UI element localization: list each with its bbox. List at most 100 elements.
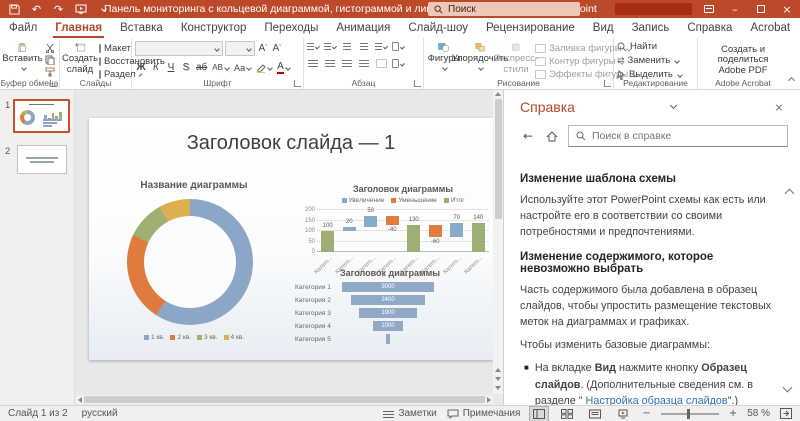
help-link[interactable]: Настройка образца слайдов bbox=[586, 395, 728, 405]
paragraph-dialog-launcher-icon[interactable] bbox=[414, 80, 421, 87]
scroll-up-icon[interactable] bbox=[495, 92, 501, 96]
font-name-dropdown[interactable] bbox=[135, 41, 223, 56]
numbering-icon[interactable] bbox=[324, 41, 336, 52]
funnel-rows[interactable]: Категория 13000Категория 22400Категория … bbox=[295, 282, 435, 344]
scroll-right-icon[interactable] bbox=[487, 397, 491, 403]
slide-title[interactable]: Заголовок слайда — 1 bbox=[89, 132, 493, 155]
shrink-font-button[interactable]: Аˇ bbox=[271, 42, 283, 55]
language-indicator[interactable]: русский bbox=[82, 408, 118, 419]
help-scroll-down-icon[interactable] bbox=[784, 384, 791, 391]
slide-2-thumbnail[interactable] bbox=[17, 145, 67, 174]
donut-ring[interactable] bbox=[127, 199, 253, 325]
comments-button[interactable]: Примечания bbox=[447, 408, 521, 419]
copy-icon[interactable] bbox=[44, 55, 56, 65]
align-left-icon[interactable] bbox=[307, 58, 319, 69]
slide-1-thumbnail[interactable] bbox=[13, 99, 70, 133]
paste-button[interactable]: Вставить bbox=[3, 41, 42, 77]
funnel-chart-title[interactable]: Заголовок диаграммы bbox=[305, 268, 475, 278]
previous-slide-icon[interactable] bbox=[495, 368, 501, 372]
horizontal-scrollbar[interactable] bbox=[76, 395, 493, 404]
character-spacing-button[interactable]: АВ bbox=[211, 61, 230, 74]
user-account-area[interactable] bbox=[615, 3, 692, 15]
layout-button[interactable]: Макет bbox=[99, 43, 128, 54]
italic-button[interactable]: К bbox=[150, 61, 162, 74]
convert-smartart-icon[interactable] bbox=[392, 58, 404, 69]
zoom-slider-thumb[interactable] bbox=[687, 409, 690, 419]
tab-acrobat[interactable]: Acrobat bbox=[741, 18, 799, 38]
columns-icon[interactable] bbox=[375, 58, 387, 69]
close-button[interactable]: × bbox=[774, 0, 800, 18]
decrease-indent-icon[interactable] bbox=[341, 41, 353, 52]
redo-icon[interactable]: ↷ bbox=[52, 3, 65, 16]
vertical-scroll-thumb[interactable] bbox=[495, 99, 502, 219]
tab-record[interactable]: Запись bbox=[623, 18, 679, 38]
tab-help[interactable]: Справка bbox=[678, 18, 741, 38]
font-dialog-launcher-icon[interactable] bbox=[294, 80, 301, 87]
reading-view-button[interactable] bbox=[586, 407, 604, 421]
notes-button[interactable]: Заметки bbox=[383, 408, 436, 419]
quick-styles-button[interactable]: Экспресс-стили bbox=[499, 41, 533, 77]
next-slide-icon[interactable] bbox=[495, 377, 501, 381]
increase-indent-icon[interactable] bbox=[358, 41, 370, 52]
fit-to-window-button[interactable] bbox=[780, 408, 792, 419]
tab-animations[interactable]: Анимация bbox=[327, 18, 399, 38]
ribbon-display-options-button[interactable] bbox=[696, 0, 722, 18]
tab-file[interactable]: Файл bbox=[0, 18, 46, 38]
normal-view-button[interactable] bbox=[530, 407, 548, 421]
bullets-icon[interactable] bbox=[307, 41, 319, 52]
text-shadow-button[interactable]: S bbox=[180, 61, 192, 74]
format-painter-icon[interactable] bbox=[44, 67, 56, 77]
slide-sorter-view-button[interactable] bbox=[558, 407, 576, 421]
text-direction-icon[interactable] bbox=[392, 41, 404, 52]
undo-icon[interactable]: ↶ bbox=[30, 3, 43, 16]
help-pane-close-button[interactable]: × bbox=[770, 101, 788, 114]
horizontal-scroll-thumb[interactable] bbox=[84, 396, 485, 403]
slide-indicator[interactable]: Слайд 1 из 2 bbox=[8, 408, 68, 419]
zoom-level[interactable]: 58 % bbox=[747, 408, 770, 419]
zoom-slider[interactable] bbox=[661, 413, 719, 415]
help-search-box[interactable] bbox=[568, 125, 788, 147]
tab-design[interactable]: Конструктор bbox=[172, 18, 256, 38]
tab-slideshow[interactable]: Слайд-шоу bbox=[399, 18, 477, 38]
tab-review[interactable]: Рецензирование bbox=[477, 18, 584, 38]
waterfall-plot[interactable]: 050100150200100Катего...20Катего...50Кат… bbox=[317, 210, 489, 252]
cut-icon[interactable] bbox=[44, 43, 56, 53]
waterfall-chart-title[interactable]: Заголовок диаграммы bbox=[317, 184, 489, 194]
replace-button[interactable]: ⇄ Заменить bbox=[617, 55, 694, 66]
find-button[interactable]: Найти bbox=[617, 41, 694, 52]
align-right-icon[interactable] bbox=[341, 58, 353, 69]
bold-button[interactable]: Ж bbox=[135, 61, 147, 74]
tab-insert[interactable]: Вставка bbox=[111, 18, 172, 38]
tab-view[interactable]: Вид bbox=[584, 18, 623, 38]
font-color-button[interactable]: А bbox=[276, 61, 291, 74]
tab-home[interactable]: Главная bbox=[46, 18, 111, 38]
create-pdf-button[interactable]: Создать и поделиться Adobe PDF bbox=[701, 41, 785, 77]
help-scroll-up-icon[interactable] bbox=[786, 190, 793, 197]
reset-button[interactable]: Восстановить bbox=[99, 56, 128, 67]
zoom-in-button[interactable]: + bbox=[729, 408, 737, 419]
highlight-color-button[interactable] bbox=[255, 61, 273, 74]
justify-icon[interactable] bbox=[358, 58, 370, 69]
grow-font-button[interactable]: Аˆ bbox=[257, 42, 269, 55]
scroll-down-icon[interactable] bbox=[495, 386, 501, 390]
donut-chart-title[interactable]: Название диаграммы bbox=[119, 180, 269, 191]
font-size-dropdown[interactable] bbox=[225, 41, 255, 56]
start-presentation-icon[interactable] bbox=[74, 3, 87, 16]
zoom-out-button[interactable]: − bbox=[642, 408, 650, 419]
help-back-button[interactable]: ← bbox=[520, 128, 536, 144]
save-icon[interactable] bbox=[8, 3, 21, 16]
tab-transitions[interactable]: Переходы bbox=[255, 18, 327, 38]
vertical-scrollbar[interactable] bbox=[493, 90, 503, 394]
scroll-left-icon[interactable] bbox=[78, 397, 82, 403]
maximize-button[interactable] bbox=[748, 0, 774, 18]
drawing-dialog-launcher-icon[interactable] bbox=[604, 80, 611, 87]
slideshow-view-button[interactable] bbox=[614, 407, 632, 421]
change-case-button[interactable]: Аа bbox=[233, 61, 252, 74]
line-spacing-icon[interactable] bbox=[375, 41, 387, 52]
search-box[interactable]: Поиск bbox=[428, 2, 580, 16]
align-center-icon[interactable] bbox=[324, 58, 336, 69]
collapse-ribbon-button[interactable] bbox=[786, 76, 796, 86]
clipboard-dialog-launcher-icon[interactable] bbox=[50, 80, 57, 87]
minimize-button[interactable]: – bbox=[722, 0, 748, 18]
help-home-button[interactable] bbox=[544, 128, 560, 144]
